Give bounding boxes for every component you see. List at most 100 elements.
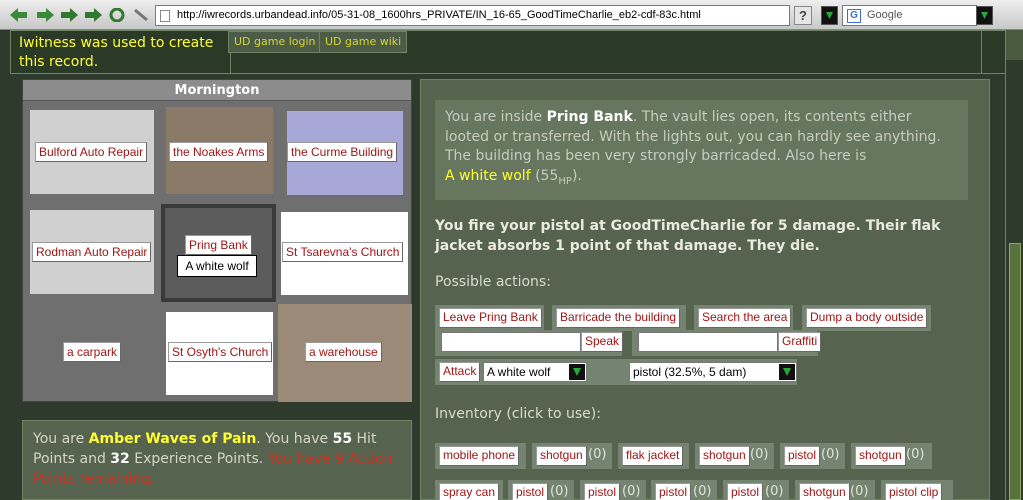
combat-message: You fire your pistol at GoodTimeCharlie …	[435, 218, 941, 254]
inventory-item-button[interactable]: pistol	[512, 483, 549, 500]
suburb-map: Mornington Bulford Auto Repair the Noake…	[22, 79, 412, 402]
inventory-item-button[interactable]: pistol	[584, 483, 621, 500]
window-left-edge	[0, 30, 10, 500]
location-description: You are inside Pring Bank. The vault lie…	[435, 100, 968, 200]
map-button-the-curme-building[interactable]: the Curme Building	[287, 142, 398, 162]
inventory-count: (0)	[765, 484, 784, 499]
inventory-label: Inventory (click to use):	[435, 406, 601, 422]
stop-icon[interactable]	[84, 8, 102, 22]
experience-points-value: 32	[110, 451, 130, 467]
player-status: You are Amber Waves of Pain. You have 55…	[22, 420, 412, 500]
inventory-count: (0)	[750, 447, 769, 462]
map-button-pring-bank[interactable]: Pring Bank	[185, 235, 252, 255]
inventory-item-button[interactable]: flak jacket	[622, 446, 684, 466]
search-dropdown-icon[interactable]	[976, 6, 993, 25]
suburb-title: Mornington	[23, 80, 411, 101]
attack-button[interactable]: Attack	[439, 362, 481, 382]
hit-points-value: 55	[332, 431, 353, 447]
inventory-item-button[interactable]: shotgun	[799, 483, 850, 500]
browser-toolbar: http://iwrecords.urbandead.info/05-31-08…	[0, 0, 1023, 30]
inventory-item: pistol (0)	[651, 480, 717, 500]
inventory-item-button[interactable]: pistol clip	[885, 483, 943, 500]
inventory-item: shotgun (0)	[795, 480, 875, 500]
inventory-item-button[interactable]: shotgun	[536, 446, 587, 466]
inventory-item: pistol (0)	[580, 480, 646, 500]
inventory-item-button[interactable]: mobile phone	[439, 446, 520, 466]
leave-building-button[interactable]: Leave Pring Bank	[439, 308, 542, 328]
target-select-value: A white wolf	[487, 365, 551, 379]
scrollbar-thumb[interactable]	[1009, 243, 1021, 500]
action-wrap: Leave Pring Bank	[435, 305, 544, 331]
help-button[interactable]: ?	[794, 6, 812, 25]
target-select[interactable]: A white wolf	[483, 362, 587, 382]
ud-game-wiki-link[interactable]: UD game wiki	[319, 31, 408, 53]
status-text: . You have	[256, 431, 333, 447]
page-icon	[160, 10, 170, 22]
inventory-item-button[interactable]: pistol	[655, 483, 692, 500]
wolf-name[interactable]: A white wolf	[445, 168, 531, 184]
map-button-a-carpark[interactable]: a carpark	[63, 342, 122, 362]
page-scrollbar[interactable]	[1005, 30, 1023, 500]
wolf-hp: (55	[530, 167, 559, 184]
inventory-item-button[interactable]: shotgun	[699, 446, 750, 466]
action-wrap: Speak	[435, 330, 624, 356]
speak-button[interactable]: Speak	[581, 332, 624, 352]
inventory-item: shotgun (0)	[851, 443, 932, 469]
search-input[interactable]: G Google	[842, 5, 977, 26]
search-button[interactable]: Search the area	[698, 308, 792, 328]
map-button-st-tsarevnas-church[interactable]: St Tsarevna's Church	[282, 242, 404, 262]
map-button-bulford-auto-repair[interactable]: Bulford Auto Repair	[35, 142, 148, 162]
main-panel: You are inside Pring Bank. The vault lie…	[420, 79, 990, 500]
inventory-item: pistol (0)	[723, 480, 789, 500]
inventory-item: pistol clip	[881, 480, 953, 500]
status-text: You are	[33, 431, 89, 447]
hp-subscript: HP	[558, 175, 572, 187]
chevron-down-icon	[779, 364, 795, 380]
search-engine-label: Google	[867, 9, 903, 21]
dump-body-button[interactable]: Dump a body outside	[806, 308, 928, 328]
url-bar[interactable]: http://iwrecords.urbandead.info/05-31-08…	[155, 5, 790, 26]
url-dropdown-icon[interactable]	[821, 6, 838, 25]
action-wrap: Dump a body outside	[802, 305, 931, 331]
action-wrap: Graffiti	[632, 330, 822, 356]
inventory-item: shotgun (0)	[695, 443, 774, 469]
reload-icon[interactable]	[60, 8, 78, 22]
inventory-item: flak jacket	[618, 443, 689, 469]
weapon-select[interactable]: pistol (32.5%, 5 dam)	[629, 362, 797, 382]
map-button-st-osyths-church[interactable]: St Osyth's Church	[168, 342, 273, 362]
graffiti-input[interactable]	[638, 332, 778, 352]
desc-text: You are inside	[445, 109, 547, 125]
google-icon: G	[847, 9, 861, 23]
map-button-rodman-auto-repair[interactable]: Rodman Auto Repair	[32, 242, 152, 262]
tools-icon[interactable]	[132, 8, 150, 22]
barricade-button[interactable]: Barricade the building	[556, 308, 681, 328]
forward-icon[interactable]	[36, 8, 54, 22]
possible-actions-label: Possible actions:	[435, 274, 551, 290]
url-text: http://iwrecords.urbandead.info/05-31-08…	[177, 9, 701, 21]
back-icon[interactable]	[10, 8, 28, 22]
inventory-item-button[interactable]: spray can	[439, 483, 500, 500]
weapon-select-value: pistol (32.5%, 5 dam)	[633, 365, 747, 379]
inventory-item-button[interactable]: pistol	[727, 483, 764, 500]
inventory-count: (0)	[850, 484, 869, 499]
inventory-count: (0)	[821, 447, 840, 462]
speak-input[interactable]	[441, 332, 581, 352]
ud-game-login-link[interactable]: UD game login	[228, 31, 322, 53]
inventory-item: shotgun (0)	[532, 443, 612, 469]
witness-notice: Iwitness was used to create this record.	[19, 31, 231, 73]
action-wrap: Search the area	[694, 305, 793, 331]
building-name: Pring Bank	[546, 109, 633, 125]
status-text: Experience Points.	[129, 451, 268, 467]
map-button-a-warehouse[interactable]: a warehouse	[305, 342, 382, 362]
map-button-the-noakes-arms[interactable]: the Noakes Arms	[169, 142, 269, 162]
inventory-item-button[interactable]: shotgun	[855, 446, 906, 466]
inventory-count: (0)	[550, 484, 569, 499]
graffiti-button[interactable]: Graffiti	[778, 332, 822, 352]
action-wrap: Barricade the building	[552, 305, 686, 331]
inventory-item-button[interactable]: pistol	[784, 446, 821, 466]
home-icon[interactable]	[108, 8, 126, 22]
chevron-down-icon	[569, 364, 585, 380]
desc-text: ).	[571, 167, 582, 184]
inventory-count: (0)	[693, 484, 712, 499]
occupant-label: A white wolf	[177, 255, 257, 277]
